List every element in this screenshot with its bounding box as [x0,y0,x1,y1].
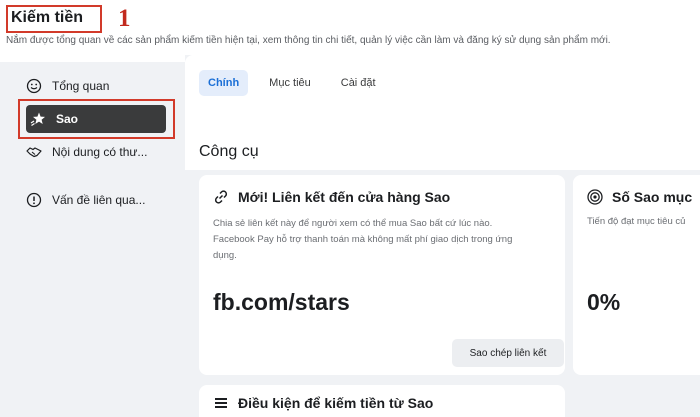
card-header: Số Sao mục [587,189,692,205]
tab-goals[interactable]: Mục tiêu [260,70,320,96]
annotation-marker-1: 1 [118,5,131,32]
card-title: Điều kiện để kiếm tiền từ Sao [238,395,434,411]
sidebar-item-branded-content[interactable]: Nội dung có thư... [26,138,166,166]
annotation-box-1 [6,5,102,33]
stars-goal-card: Số Sao mục Tiến độ đạt mục tiêu củ 0% [573,175,700,375]
stars-store-link-card: Mới! Liên kết đến cửa hàng Sao Chia sẻ l… [199,175,565,375]
card-title: Số Sao mục [612,189,693,205]
card-title: Mới! Liên kết đến cửa hàng Sao [238,189,451,205]
sidebar-item-label: Vấn đề liên qua... [52,193,146,207]
sidebar-item-overview[interactable]: Tổng quan [26,72,166,100]
card-header: Điều kiện để kiếm tiền từ Sao [213,395,433,411]
goal-progress-value: 0% [587,289,621,315]
smiley-icon [26,78,42,94]
stars-conditions-card[interactable]: Điều kiện để kiếm tiền từ Sao [199,385,565,417]
sidebar-item-issues[interactable]: Vấn đề liên qua... [26,186,166,214]
tab-settings[interactable]: Cài đặt [332,70,385,96]
main-content: Chính Mục tiêu Cài đặt Công cụ Mới! Liên… [185,55,700,417]
alert-circle-icon [26,192,42,208]
tab-bar: Chính Mục tiêu Cài đặt [199,70,397,96]
card-description: Chia sẻ liên kết này để người xem có thể… [213,218,513,261]
annotation-box-2 [18,99,175,139]
card-header: Mới! Liên kết đến cửa hàng Sao [213,189,450,205]
list-icon [213,395,229,411]
page-subtitle: Nắm được tổng quan về các sản phẩm kiếm … [6,35,611,46]
target-icon [587,189,603,205]
handshake-icon [26,144,42,160]
tab-main[interactable]: Chính [199,70,249,96]
copy-link-button[interactable]: Sao chép liên kết [452,339,564,367]
card-description: Tiến độ đạt mục tiêu củ [587,216,686,227]
sidebar-item-label: Tổng quan [52,79,110,93]
link-icon [213,189,229,205]
section-title-tools: Công cụ [199,143,259,160]
sidebar-item-label: Nội dung có thư... [52,145,148,159]
stars-link-url[interactable]: fb.com/stars [213,289,350,316]
